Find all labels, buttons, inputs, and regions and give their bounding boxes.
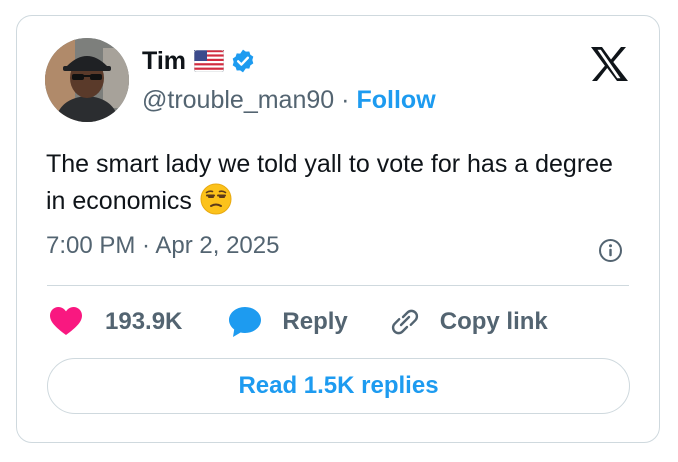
user-handle[interactable]: @trouble_man90: [142, 86, 334, 115]
verified-badge-icon: [230, 48, 256, 74]
info-icon[interactable]: [598, 238, 623, 263]
copy-link-label: Copy link: [439, 308, 548, 335]
divider: [47, 285, 629, 286]
link-icon: [388, 306, 422, 338]
like-count: 193.9K: [105, 308, 183, 335]
tweet-card: Tim @trouble_man90 · Follow The smart la…: [16, 15, 660, 443]
reply-label: Reply: [282, 308, 348, 335]
tweet-text: The smart lady we told yall to vote for …: [46, 146, 636, 220]
avatar[interactable]: [45, 38, 129, 122]
tweet-timestamp[interactable]: 7:00 PM · Apr 2, 2025: [46, 232, 279, 260]
copy-link-button[interactable]: Copy link: [388, 306, 548, 338]
tweet-body: The smart lady we told yall to vote for …: [46, 150, 613, 215]
x-logo-icon[interactable]: [589, 46, 629, 82]
heart-icon: [49, 306, 83, 338]
action-bar: 193.9K Reply Copy link: [49, 303, 548, 341]
separator: ·: [341, 85, 350, 114]
unamused-face-icon: [200, 183, 232, 215]
follow-button[interactable]: Follow: [357, 86, 436, 115]
display-name[interactable]: Tim: [142, 47, 186, 76]
read-replies-button[interactable]: Read 1.5K replies: [47, 358, 630, 414]
like-button[interactable]: 193.9K: [49, 306, 182, 338]
reply-bubble-icon: [228, 306, 262, 338]
reply-button[interactable]: Reply: [228, 306, 348, 338]
us-flag-icon: [193, 49, 225, 73]
read-replies-label: Read 1.5K replies: [238, 372, 439, 399]
